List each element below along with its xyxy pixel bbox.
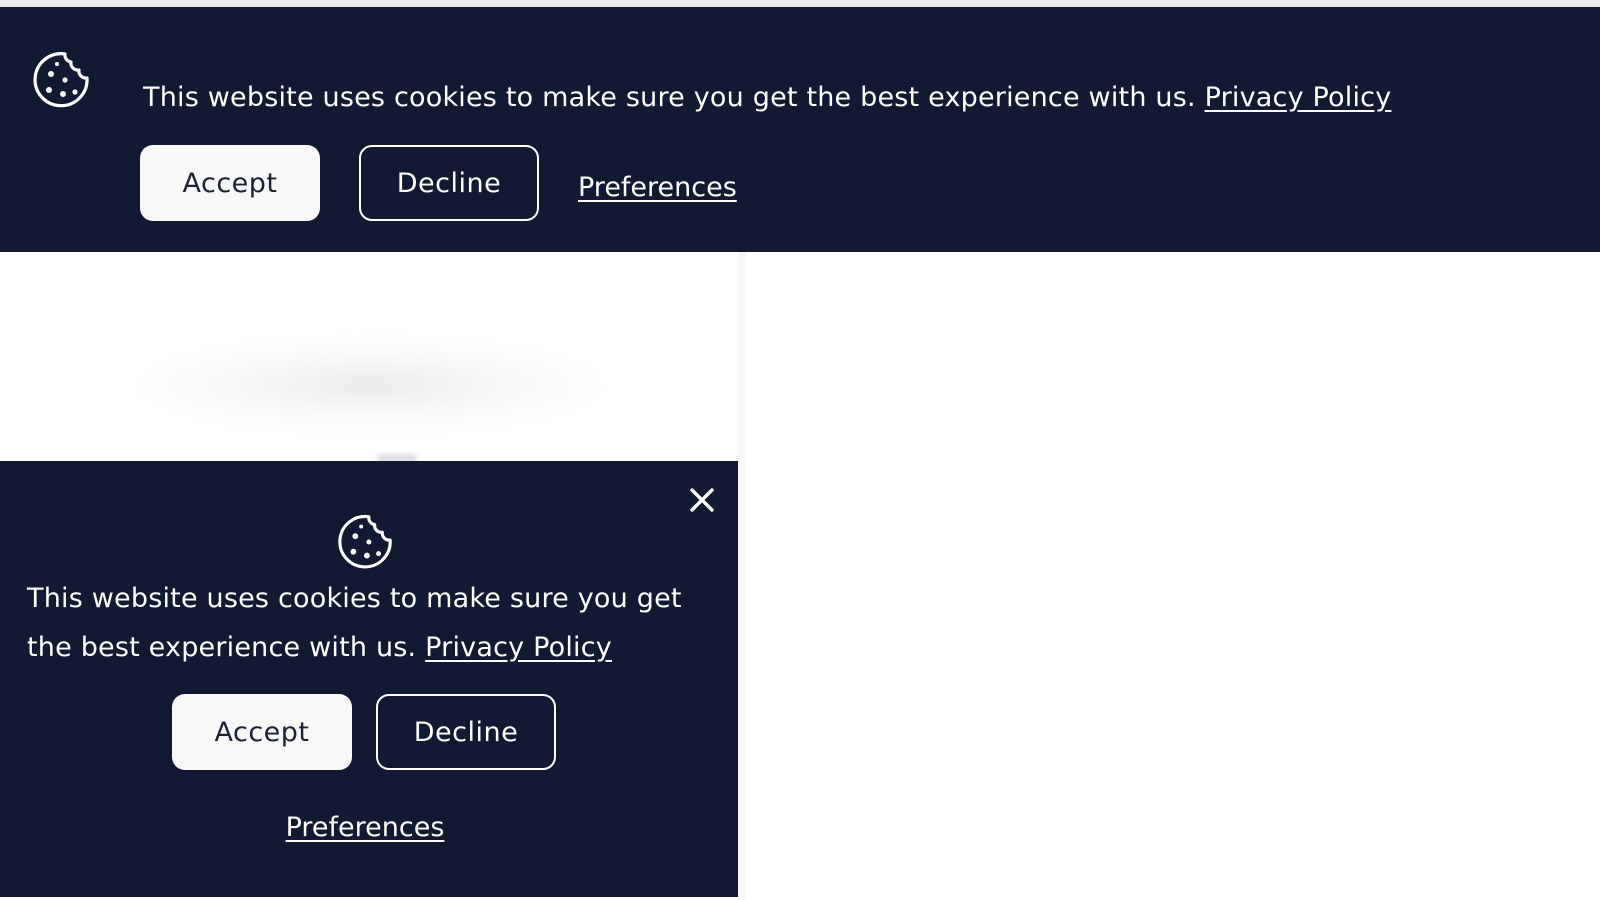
cookie-banner: This website uses cookies to make sure y…	[0, 7, 1600, 252]
cookie-message: This website uses cookies to make sure y…	[143, 75, 1391, 121]
page-divider	[738, 252, 746, 900]
cookie-message: This website uses cookies to make sure y…	[27, 574, 717, 672]
preferences-link[interactable]: Preferences	[0, 808, 730, 848]
preferences-link[interactable]: Preferences	[578, 168, 737, 208]
cookie-popup: This website uses cookies to make sure y…	[0, 461, 738, 897]
accept-button[interactable]: Accept	[172, 694, 352, 770]
decline-button[interactable]: Decline	[359, 145, 539, 221]
cookie-message-text: This website uses cookies to make sure y…	[143, 82, 1196, 113]
accept-button[interactable]: Accept	[140, 145, 320, 221]
decline-button[interactable]: Decline	[376, 694, 556, 770]
blurred-logo	[140, 340, 600, 430]
close-icon[interactable]	[688, 486, 716, 514]
cookie-icon	[33, 52, 89, 108]
privacy-policy-link[interactable]: Privacy Policy	[425, 632, 612, 663]
privacy-policy-link[interactable]: Privacy Policy	[1205, 82, 1392, 113]
cookie-icon	[338, 514, 392, 569]
